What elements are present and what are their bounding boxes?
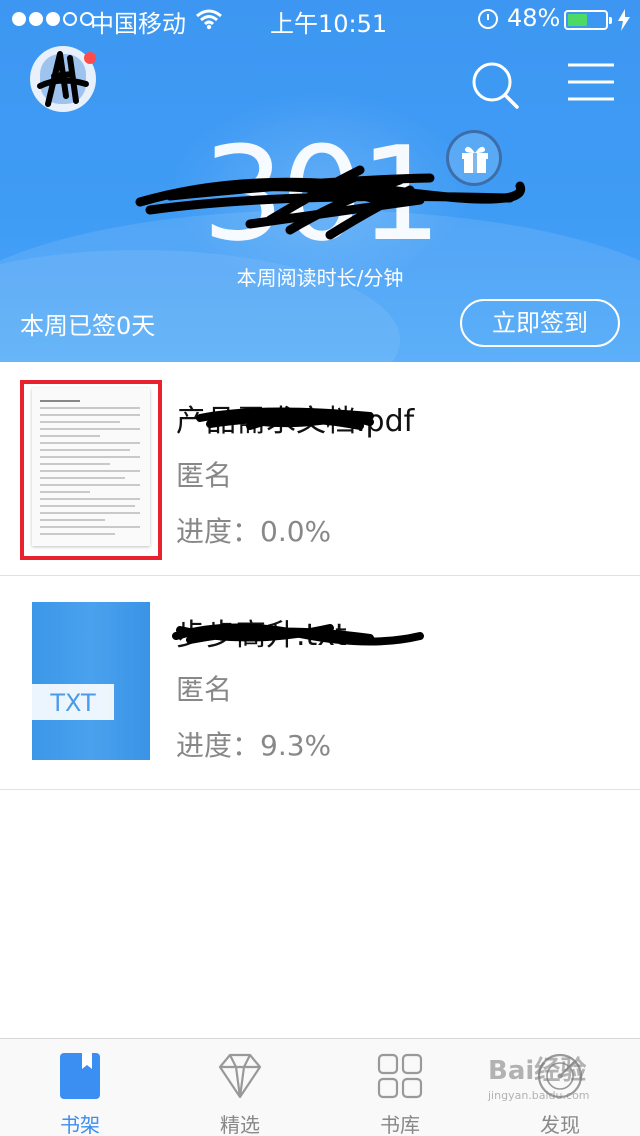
notification-dot	[84, 52, 96, 64]
watermark-url: jingyan.baidu.com	[488, 1089, 590, 1102]
book-list-item[interactable]: TXT 步步高升.txt 匿名 进度：9.3%	[0, 576, 640, 790]
title-redaction-scribble	[172, 623, 424, 646]
signal-strength-icon	[12, 12, 94, 26]
tab-label: 书库	[380, 1113, 420, 1136]
book-list-item[interactable]: 产品需求文档.pdf 匿名 进度：0.0%	[0, 362, 640, 576]
carrier-name: 中国移动	[90, 10, 186, 38]
gift-icon	[462, 146, 488, 173]
reading-time-label: 本周阅读时长/分钟	[236, 266, 404, 290]
signin-days-text: 本周已签0天	[20, 312, 156, 340]
tab-bookshelf[interactable]: 书架	[0, 1039, 160, 1136]
status-time: 上午10:51	[270, 10, 388, 38]
checkin-button[interactable]: 立即签到	[460, 299, 620, 347]
wifi-icon	[196, 9, 222, 30]
menu-icon[interactable]	[566, 62, 616, 102]
charging-icon	[618, 9, 630, 31]
battery-percent: 48%	[507, 4, 561, 32]
book-author: 匿名	[176, 459, 233, 492]
tab-library[interactable]: 书库	[320, 1039, 480, 1136]
gift-button[interactable]	[446, 130, 502, 186]
tab-label: 精选	[220, 1113, 260, 1136]
diamond-icon	[218, 1053, 262, 1099]
tab-label: 书架	[60, 1113, 100, 1136]
search-icon[interactable]	[470, 60, 520, 110]
bookshelf-icon	[60, 1053, 100, 1099]
status-bar: 中国移动 上午10:51 48%	[0, 0, 640, 40]
book-author: 匿名	[176, 673, 233, 706]
alarm-icon	[478, 9, 498, 29]
file-type-label: TXT	[32, 684, 114, 720]
title-redaction-scribble	[196, 407, 374, 430]
book-cover-txt[interactable]: TXT	[32, 602, 150, 760]
tab-featured[interactable]: 精选	[160, 1039, 320, 1136]
highlight-box	[20, 380, 162, 560]
book-progress: 进度：9.3%	[176, 729, 332, 762]
watermark-text: Bai经验	[488, 1056, 587, 1086]
battery-icon	[564, 10, 612, 30]
header: 中国移动 上午10:51 48% 301 本周阅读时长/分钟 本周已签0天 立即…	[0, 0, 640, 362]
baidu-watermark: Bai经验 jingyan.baidu.com	[488, 1050, 638, 1130]
grid-icon	[377, 1053, 423, 1099]
book-progress: 进度：0.0%	[176, 515, 332, 548]
